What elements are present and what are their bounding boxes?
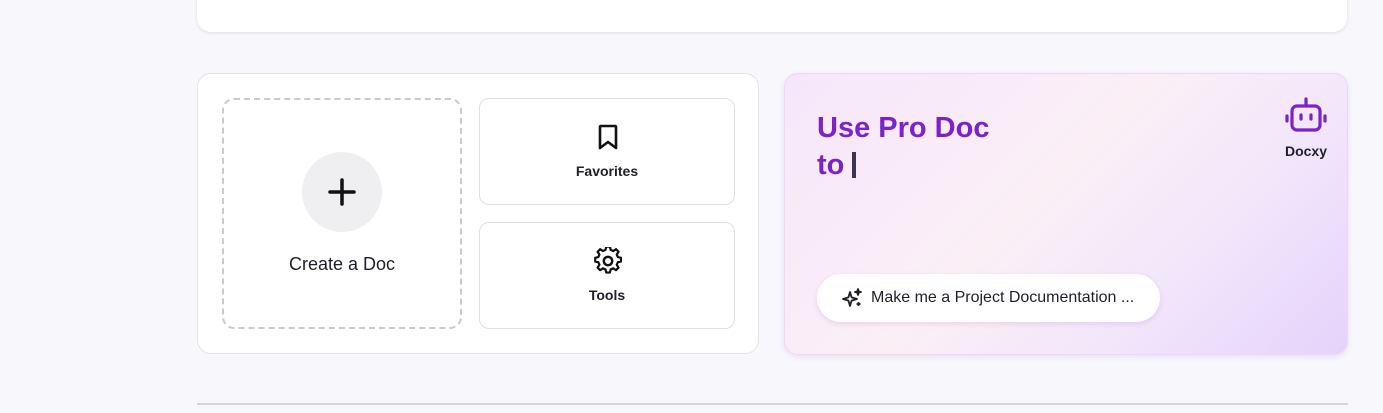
create-doc-button[interactable]: Create a Doc: [222, 98, 462, 329]
docxy-label: Docxy: [1284, 143, 1328, 159]
pro-title: Use Pro Doc to: [817, 110, 989, 184]
sparkles-icon: [842, 288, 862, 307]
robot-icon: [1285, 97, 1327, 132]
typing-cursor: [852, 152, 857, 178]
tools-label: Tools: [588, 287, 626, 303]
top-card: [197, 0, 1347, 32]
section-divider: [197, 403, 1348, 405]
tools-button[interactable]: Tools: [479, 222, 735, 329]
bookmark-icon: [594, 123, 622, 151]
favorites-label: Favorites: [575, 163, 639, 179]
pro-title-line1: Use Pro Doc: [817, 112, 990, 144]
prompt-suggestion-text: Make me a Project Documentation ...: [871, 289, 1135, 306]
pro-title-line2: to: [817, 147, 989, 184]
quick-actions-card: Create a Doc Favorites Tools: [197, 73, 759, 354]
plus-circle: [302, 152, 382, 232]
create-doc-label: Create a Doc: [288, 254, 396, 274]
plus-icon: [328, 178, 356, 206]
prompt-suggestion-button[interactable]: Make me a Project Documentation ...: [817, 274, 1160, 322]
pro-title-to: to: [817, 149, 845, 181]
docxy-assistant[interactable]: Docxy: [1283, 96, 1329, 159]
pro-doc-card: Use Pro Doc to Docxy Make me a Project D…: [784, 73, 1348, 355]
favorites-button[interactable]: Favorites: [479, 98, 735, 205]
gear-icon: [594, 247, 622, 275]
